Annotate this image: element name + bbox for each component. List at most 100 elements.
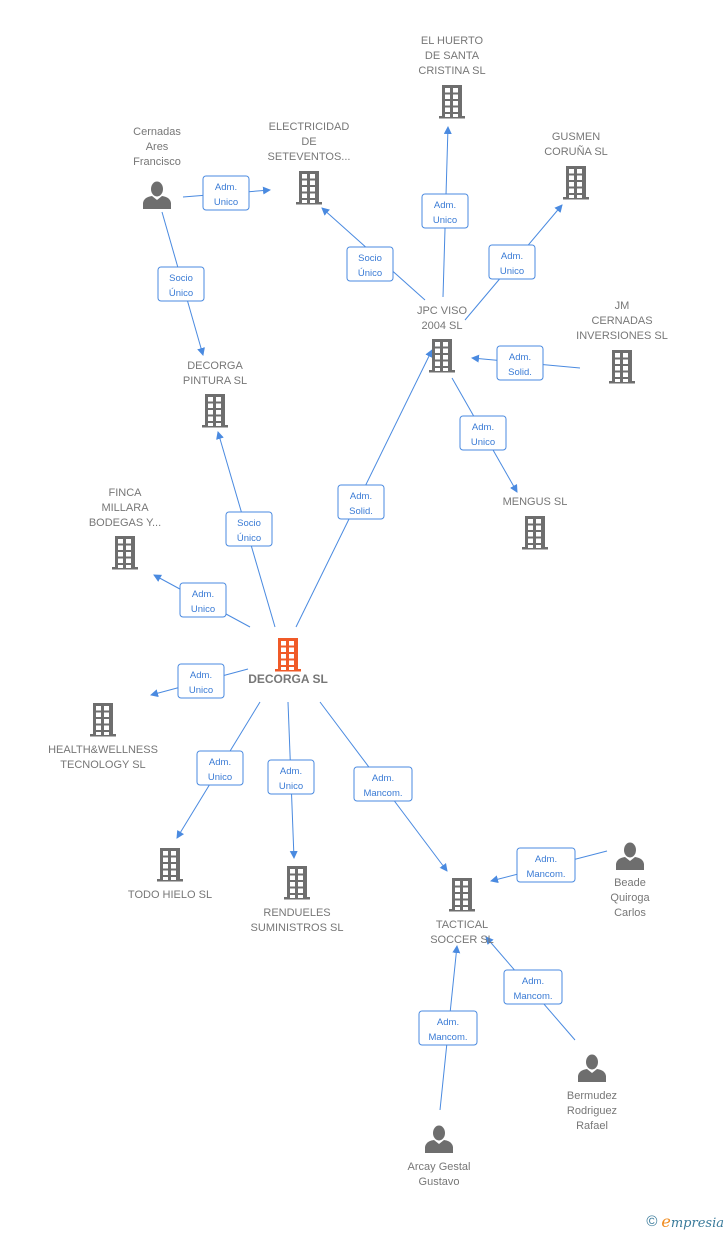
relation-label-text: Mancom. <box>363 788 402 799</box>
node-label: SETEVENTOS... <box>268 151 351 163</box>
node-label: RENDUELES <box>263 907 330 919</box>
relation-label[interactable]: Adm. Mancom. <box>418 1010 478 1046</box>
node-tactical[interactable]: TACTICAL SOCCER SL <box>430 878 494 946</box>
relation-label[interactable]: Adm. Mancom. <box>353 766 413 802</box>
node-jm[interactable]: JM CERNADAS INVERSIONES SL <box>576 300 668 384</box>
node-label: Beade <box>614 877 646 889</box>
relation-label-text: Adm. <box>522 976 544 987</box>
relation-label[interactable]: Adm. Mancom. <box>503 969 563 1005</box>
person-icon <box>578 1054 606 1082</box>
edge-beade-tactical[interactable]: Adm. Mancom. <box>490 847 608 884</box>
node-label: EL HUERTO <box>421 35 484 47</box>
node-health[interactable]: HEALTH&WELLNESS TECNOLOGY SL <box>48 703 158 771</box>
node-electricidad[interactable]: ELECTRICIDAD DE SETEVENTOS... <box>268 121 351 205</box>
relation-label-text: Adm. <box>437 1017 459 1028</box>
relation-label[interactable]: Adm. Unico <box>202 175 250 211</box>
relation-label-text: Unico <box>208 772 232 783</box>
node-label: HEALTH&WELLNESS <box>48 744 158 756</box>
edge-jpc-mengus[interactable]: Adm. Unico <box>451 377 518 493</box>
copyright-icon: © <box>646 1213 658 1230</box>
node-decorga[interactable]: DECORGA SL <box>248 638 328 686</box>
node-label: DECORGA <box>187 360 243 372</box>
node-label: Rodriguez <box>567 1105 617 1117</box>
node-label: SOCCER SL <box>430 934 494 946</box>
relation-label-text: Unico <box>189 685 213 696</box>
edge-bermudez-tactical[interactable]: Adm. Mancom. <box>485 936 576 1041</box>
relation-label[interactable]: Adm. Unico <box>196 750 244 786</box>
node-todohielo[interactable]: TODO HIELO SL <box>128 848 212 901</box>
node-label: TACTICAL <box>436 919 488 931</box>
relation-label-text: Unico <box>471 437 495 448</box>
relation-label-text: Adm. <box>509 352 531 363</box>
relation-label-text: Adm. <box>192 589 214 600</box>
edge-jm-jpc[interactable]: Adm. Solid. <box>471 345 581 381</box>
node-label: Ares <box>146 141 169 153</box>
relation-label[interactable]: Socio Único <box>157 266 205 302</box>
building-icon <box>284 866 310 900</box>
relation-label[interactable]: Adm. Unico <box>267 759 315 795</box>
relation-label[interactable]: Adm. Unico <box>459 415 507 451</box>
edge-decorga-health[interactable]: Adm. Unico <box>150 663 249 699</box>
node-label: CERNADAS <box>591 315 652 327</box>
relation-label[interactable]: Adm. Solid. <box>337 484 385 520</box>
node-label: DE <box>301 136 316 148</box>
edge-decorga-rendueles[interactable]: Adm. Unico <box>267 701 315 859</box>
edge-jpc-huerto[interactable]: Adm. Unico <box>421 126 469 298</box>
relation-label[interactable]: Adm. Unico <box>421 193 469 229</box>
edge-cernadas-electricidad[interactable]: Adm. Unico <box>182 175 271 211</box>
node-label: Quiroga <box>610 892 650 904</box>
node-rendueles[interactable]: RENDUELES SUMINISTROS SL <box>251 866 344 934</box>
relation-label-text: Adm. <box>434 200 456 211</box>
relation-label-text: Adm. <box>535 854 557 865</box>
node-label: TODO HIELO SL <box>128 889 212 901</box>
network-diagram: Adm.UnicoSocioÚnicoSocioÚnicoAdm.UnicoAd… <box>48 35 668 1189</box>
relation-label-text: Unico <box>191 604 215 615</box>
relation-label-text: Mancom. <box>513 991 552 1002</box>
relation-label-text: Adm. <box>280 766 302 777</box>
relation-label-text: Adm. <box>472 422 494 433</box>
relation-label[interactable]: Adm. Solid. <box>496 345 544 381</box>
node-label: CORUÑA SL <box>544 145 608 158</box>
node-label: Gustavo <box>419 1176 460 1188</box>
relation-label-text: Adm. <box>501 251 523 262</box>
relation-label[interactable]: Adm. Unico <box>177 663 225 699</box>
node-beade[interactable]: Beade Quiroga Carlos <box>610 842 650 920</box>
node-gusmen[interactable]: GUSMEN CORUÑA SL <box>544 131 608 200</box>
relation-label[interactable]: Adm. Unico <box>179 582 227 618</box>
relation-label-text: Único <box>358 268 382 279</box>
relation-label-text: Adm. <box>209 757 231 768</box>
node-arcay[interactable]: Arcay Gestal Gustavo <box>408 1125 471 1189</box>
node-mengus[interactable]: MENGUS SL <box>503 496 568 550</box>
node-finca[interactable]: FINCA MILLARA BODEGAS Y... <box>89 487 161 570</box>
edge-jpc-electricidad[interactable]: Socio Único <box>321 207 426 301</box>
relation-label-text: Unico <box>433 215 457 226</box>
node-label: PINTURA SL <box>183 375 247 387</box>
node-label: SUMINISTROS SL <box>251 922 344 934</box>
node-label: CRISTINA SL <box>418 65 485 77</box>
edge-decorga-jpc[interactable]: Adm. Solid. <box>295 349 433 628</box>
edge-jpc-gusmen[interactable]: Adm. Unico <box>464 204 563 321</box>
node-label: GUSMEN <box>552 131 600 143</box>
node-pintura[interactable]: DECORGA PINTURA SL <box>183 360 247 428</box>
node-jpc[interactable]: JPC VISO 2004 SL <box>417 305 468 373</box>
relation-label-text: Adm. <box>372 773 394 784</box>
edge-decorga-pintura[interactable]: Socio Único <box>216 431 276 628</box>
node-label: Carlos <box>614 907 646 919</box>
relation-label[interactable]: Adm. Unico <box>488 244 536 280</box>
node-bermudez[interactable]: Bermudez Rodriguez Rafael <box>567 1054 617 1133</box>
relation-label[interactable]: Socio Único <box>225 511 273 547</box>
relation-label-text: Socio <box>169 273 193 284</box>
node-huerto[interactable]: EL HUERTO DE SANTA CRISTINA SL <box>418 35 486 119</box>
edge-cernadas-pintura[interactable]: Socio Único <box>157 211 205 356</box>
relation-label-text: Único <box>237 533 261 544</box>
node-cernadas[interactable]: Cernadas Ares Francisco <box>133 126 181 209</box>
edge-decorga-tactical[interactable]: Adm. Mancom. <box>319 701 448 872</box>
edge-arcay-tactical[interactable]: Adm. Mancom. <box>418 945 478 1111</box>
empresia-logo[interactable]: © empresia <box>646 1212 724 1231</box>
edge-decorga-finca[interactable]: Adm. Unico <box>153 574 251 628</box>
relation-label[interactable]: Adm. Mancom. <box>516 847 576 883</box>
edge-decorga-todohielo[interactable]: Adm. Unico <box>176 701 261 839</box>
relation-label-text: Unico <box>500 266 524 277</box>
relation-label-text: Unico <box>279 781 303 792</box>
relation-label[interactable]: Socio Único <box>346 246 394 282</box>
